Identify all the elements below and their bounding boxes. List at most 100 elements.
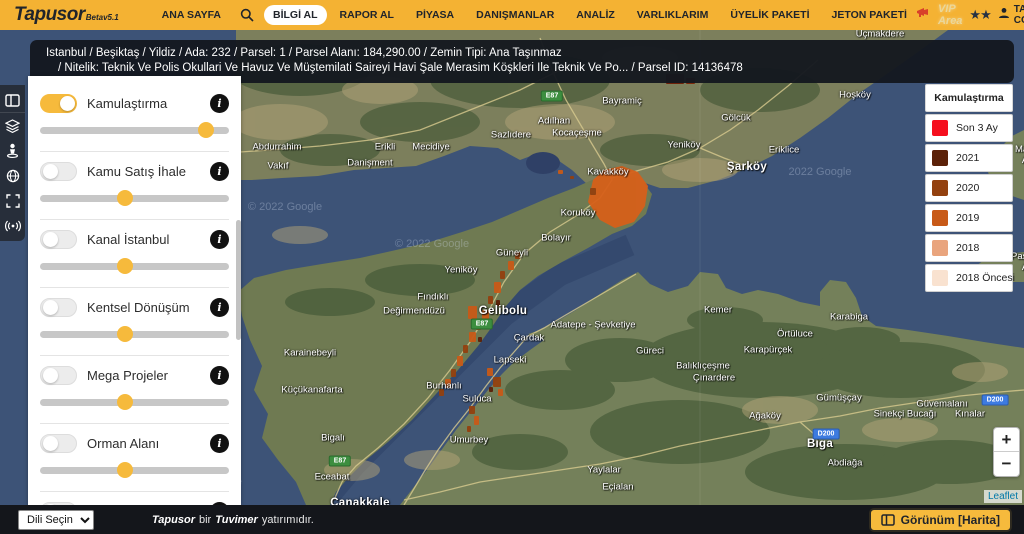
layer-opacity-slider[interactable] [40,462,229,478]
zoom-in-button[interactable]: + [994,428,1019,452]
parcel-patch[interactable] [498,389,503,396]
parcel-patch[interactable] [558,170,563,174]
parcel-patch[interactable] [590,188,596,195]
megaphone-icon[interactable] [916,6,931,24]
layer-row: Kanal İstanbuli [40,230,229,249]
user-icon [998,6,1010,24]
nav-item-6[interactable]: VARLIKLARIM [628,5,718,25]
layer-opacity-slider[interactable] [40,190,229,206]
nav-item-4[interactable]: DANIŞMANLAR [467,5,563,25]
layer-label: Mega Projeler [87,368,168,383]
parcel-patch[interactable] [468,306,477,319]
slider-thumb[interactable] [117,190,133,206]
layer-row: Kamulaştırmai [40,94,229,113]
legend-swatch [932,180,948,196]
slider-thumb[interactable] [117,462,133,478]
account-menu[interactable]: TAPUSOR COM ▾ [998,4,1024,26]
layer-row: Kamu Satış İhale i [40,162,229,181]
panel-columns-icon[interactable] [0,88,25,113]
parcel-patch[interactable] [469,406,475,414]
legend-item-0[interactable]: Son 3 Ay [925,114,1013,142]
parcel-info-line2: / Nitelik: Teknik Ve Polis Okullari Ve H… [46,61,998,76]
layers-icon[interactable] [0,113,25,138]
slider-thumb[interactable] [198,122,214,138]
info-icon[interactable]: i [210,298,229,317]
globe-icon[interactable] [0,163,25,188]
legend-item-4[interactable]: 2018 [925,234,1013,262]
nav-item-1[interactable]: BİLGİ AL [264,5,327,25]
info-icon[interactable]: i [210,94,229,113]
parcel-patch[interactable] [500,271,505,279]
search-icon[interactable] [234,4,260,26]
slider-thumb[interactable] [117,394,133,410]
layer-group-0: Kamulaştırmai [40,84,229,152]
info-icon[interactable]: i [210,434,229,453]
layer-toggle[interactable] [40,230,77,249]
fullscreen-icon[interactable] [0,188,25,213]
app-logo[interactable]: Tapusor Betav5.1 [14,4,119,26]
zoom-out-button[interactable]: − [994,452,1019,476]
layer-opacity-slider[interactable] [40,122,229,138]
map-canvas[interactable]: © 2022 Google© 2022 Google2022 Google© 2… [0,30,1024,505]
parcel-patch[interactable] [474,416,479,425]
layer-toggle[interactable] [40,298,77,317]
slider-track [40,263,229,270]
layer-panel-scrollbar[interactable] [236,220,241,340]
nav-item-8[interactable]: JETON PAKETİ [823,5,916,25]
street-view-icon[interactable] [0,138,25,163]
view-mode-button[interactable]: Görünüm [Harita] [869,508,1012,532]
legend-item-3[interactable]: 2019 [925,204,1013,232]
info-icon[interactable]: i [210,366,229,385]
layer-toggle[interactable] [40,366,77,385]
parcel-patch[interactable] [467,426,471,432]
parcel-patch[interactable] [445,379,451,388]
parcel-patch[interactable] [487,368,493,376]
app-window: Tapusor Betav5.1 ANA SAYFA BİLGİ ALRAPOR … [0,0,1024,534]
layer-opacity-slider[interactable] [40,258,229,274]
parcel-patch[interactable] [482,310,489,320]
layer-opacity-slider[interactable] [40,326,229,342]
parcel-patch[interactable] [457,356,463,366]
nav-item-7[interactable]: ÜYELİK PAKETİ [721,5,818,25]
legend-label: 2018 [956,242,979,254]
nav-item-2[interactable]: RAPOR AL [331,5,403,25]
legend-swatch [932,270,948,286]
parcel-patch[interactable] [463,345,468,353]
layer-toggle[interactable] [40,434,77,453]
nav-item-5[interactable]: ANALİZ [567,5,624,25]
parcel-patch[interactable] [570,176,574,179]
slider-thumb[interactable] [117,326,133,342]
language-select[interactable]: Dili Seçin [18,510,94,530]
broadcast-icon[interactable] [0,213,25,238]
layer-label: Kamu Satış İhale [87,164,186,179]
parcel-patch[interactable] [508,261,514,270]
credit-middle: bir [199,514,211,526]
nav-item-3[interactable]: PİYASA [407,5,463,25]
parcel-patch[interactable] [493,377,501,387]
parcel-patch[interactable] [439,389,444,396]
layer-toggle[interactable] [40,162,77,181]
parcel-patch[interactable] [451,369,456,377]
legend-item-2[interactable]: 2020 [925,174,1013,202]
view-mode-label: Görünüm [Harita] [901,513,1000,527]
legend-item-1[interactable]: 2021 [925,144,1013,172]
parcel-patch[interactable] [515,252,520,259]
parcel-patch[interactable] [489,387,493,392]
slider-thumb[interactable] [117,258,133,274]
leaflet-attribution-link[interactable]: Leaflet [984,490,1022,503]
legend-label: Son 3 Ay [956,122,998,134]
layer-toggle[interactable] [40,94,77,113]
nav-item-0[interactable]: ANA SAYFA [153,5,230,25]
info-icon[interactable]: i [210,162,229,181]
info-icon[interactable]: i [210,230,229,249]
parcel-patch[interactable] [494,282,501,293]
parcel-patch[interactable] [496,300,500,306]
legend-item-5[interactable]: 2018 Öncesi [925,264,1013,292]
parcel-patch[interactable] [488,296,493,304]
slider-track [40,467,229,474]
layer-opacity-slider[interactable] [40,394,229,410]
parcel-patch[interactable] [469,332,476,342]
parcel-patch[interactable] [476,322,481,330]
slider-track [40,399,229,406]
parcel-patch[interactable] [478,337,482,342]
